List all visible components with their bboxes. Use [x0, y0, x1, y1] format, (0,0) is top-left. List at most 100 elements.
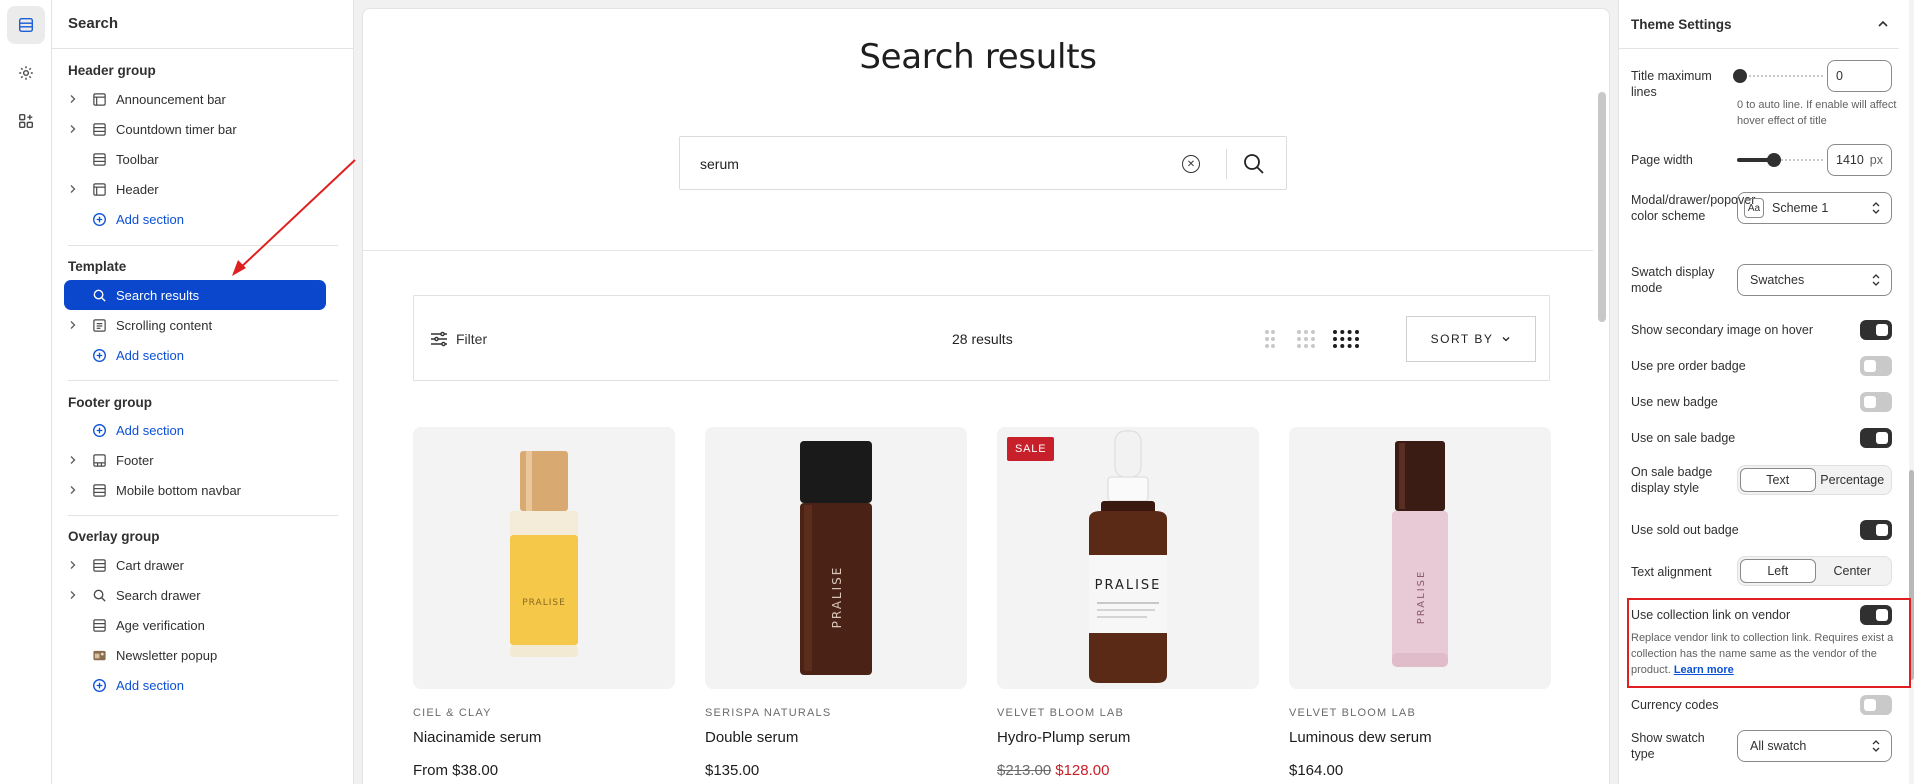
collection-link-toggle[interactable]	[1860, 605, 1892, 625]
swatch-display-mode-select[interactable]: Swatches	[1737, 264, 1892, 296]
sort-by-dropdown[interactable]: SORT BY	[1406, 316, 1536, 362]
sale-badge-style-segmented[interactable]: Text Percentage	[1737, 465, 1892, 495]
product-image[interactable]: PRALISE	[413, 427, 675, 689]
select-caret-icon	[1872, 274, 1880, 286]
sidebar-item-header[interactable]: Header	[64, 174, 326, 204]
text-section-icon	[88, 310, 110, 340]
on-sale-badge-toggle[interactable]	[1860, 428, 1892, 448]
chevron-right-icon[interactable]	[64, 310, 82, 340]
theme-settings-panel: Theme Settings Title maximum lines 0 0 t…	[1618, 0, 1915, 784]
show-secondary-image-toggle[interactable]	[1860, 320, 1892, 340]
sidebar-item-label: Scrolling content	[116, 317, 213, 333]
product-image[interactable]: PRALISE	[705, 427, 967, 689]
title-max-lines-help: 0 to auto line. If enable will affect ho…	[1737, 99, 1897, 127]
sold-out-badge-toggle[interactable]	[1860, 520, 1892, 540]
page-width-slider[interactable]	[1737, 152, 1823, 168]
sidebar-item-footer[interactable]: Footer	[64, 445, 326, 475]
modal-color-scheme-select[interactable]: Aa Scheme 1	[1737, 192, 1892, 224]
pre-order-badge-label: Use pre order badge	[1631, 359, 1746, 373]
product-vendor[interactable]: CIEL & CLAY	[413, 707, 675, 719]
filter-button[interactable]: Filter	[456, 331, 487, 347]
chevron-right-icon[interactable]	[64, 174, 82, 204]
chevron-right-icon[interactable]	[64, 84, 82, 114]
chevron-right-icon[interactable]	[64, 445, 82, 475]
sidebar-item-label: Mobile bottom navbar	[116, 482, 242, 498]
product-image[interactable]: PRALISE	[1289, 427, 1551, 689]
currency-codes-toggle[interactable]	[1860, 695, 1892, 715]
chevron-right-icon[interactable]	[64, 550, 82, 580]
collection-link-label: Use collection link on vendor	[1631, 608, 1791, 622]
apps-icon[interactable]	[7, 102, 45, 140]
product-card[interactable]: PRALISE SERISPA NATURALS Double serum $1…	[705, 427, 967, 779]
sidebar-item-search-drawer[interactable]: Search drawer	[64, 580, 326, 610]
title-max-lines-input[interactable]: 0	[1827, 60, 1892, 92]
pre-order-badge-toggle[interactable]	[1860, 356, 1892, 376]
sort-label: SORT BY	[1430, 332, 1494, 346]
product-card[interactable]: PRALISE VELVET BLOOM LAB Luminous dew se…	[1289, 427, 1551, 779]
product-name[interactable]: Luminous dew serum	[1289, 729, 1551, 746]
grid-2-column-icon[interactable]	[1264, 328, 1276, 350]
new-badge-toggle[interactable]	[1860, 392, 1892, 412]
sections-icon[interactable]	[7, 6, 45, 44]
sidebar-item-label: Footer	[116, 452, 154, 468]
sidebar-item-scrolling-content[interactable]: Scrolling content	[64, 310, 326, 340]
option-left[interactable]: Left	[1740, 559, 1816, 583]
grid-3-column-icon[interactable]	[1296, 328, 1316, 350]
page-width-label: Page width	[1631, 153, 1693, 167]
option-text[interactable]: Text	[1740, 468, 1816, 492]
select-value: Scheme 1	[1772, 201, 1829, 215]
search-input[interactable]: serum ✕	[679, 136, 1287, 190]
sidebar-item-mobile-bottom-navbar[interactable]: Mobile bottom navbar	[64, 475, 326, 505]
add-section-button[interactable]: Add section	[64, 415, 326, 445]
filter-icon[interactable]	[429, 329, 449, 349]
clear-search-icon[interactable]: ✕	[1182, 155, 1200, 173]
new-badge-label: Use new badge	[1631, 395, 1718, 409]
sidebar-item-search-results[interactable]: Search results	[64, 280, 326, 310]
sale-badge: SALE	[1007, 437, 1055, 461]
slider-thumb[interactable]	[1733, 69, 1747, 83]
preview-scrollbar[interactable]	[1598, 92, 1606, 322]
swatch-type-select[interactable]: All swatch	[1737, 730, 1892, 762]
chevron-up-icon[interactable]	[1875, 16, 1891, 32]
learn-more-link[interactable]: Learn more	[1674, 664, 1734, 676]
chevron-right-icon[interactable]	[64, 114, 82, 144]
grid-4-column-icon[interactable]	[1332, 328, 1360, 350]
gear-icon[interactable]	[7, 54, 45, 92]
sidebar-item-label: Toolbar	[116, 151, 159, 167]
show-secondary-image-label: Show secondary image on hover	[1631, 323, 1814, 337]
sidebar-item-cart-drawer[interactable]: Cart drawer	[64, 550, 326, 580]
serum-bottle-illustration: PRALISE	[1089, 430, 1167, 683]
product-vendor[interactable]: VELVET BLOOM LAB	[997, 707, 1259, 719]
product-name[interactable]: Hydro-Plump serum	[997, 729, 1259, 746]
divider	[1619, 48, 1899, 49]
add-section-button[interactable]: Add section	[64, 204, 326, 234]
product-vendor[interactable]: SERISPA NATURALS	[705, 707, 967, 719]
product-card[interactable]: PRALISE SALE VELVET BLOOM LAB Hydro-Plum…	[997, 427, 1259, 779]
chevron-right-icon[interactable]	[64, 580, 82, 610]
results-count: 28 results	[952, 331, 1013, 347]
add-section-button[interactable]: Add section	[64, 340, 326, 370]
title-max-lines-slider[interactable]	[1733, 68, 1823, 84]
page-width-input[interactable]: 1410 px	[1827, 144, 1892, 176]
sidebar-item-label: Search results	[116, 287, 200, 303]
slider-thumb[interactable]	[1767, 153, 1782, 167]
sidebar-item-countdown-timer-bar[interactable]: Countdown timer bar	[64, 114, 326, 144]
option-center[interactable]: Center	[1816, 559, 1890, 583]
text-alignment-segmented[interactable]: Left Center	[1737, 556, 1892, 586]
sidebar-item-toolbar[interactable]: Toolbar	[64, 144, 326, 174]
original-price: $213.00	[997, 762, 1052, 779]
sidebar-item-announcement-bar[interactable]: Announcement bar	[64, 84, 326, 114]
sidebar-item-newsletter-popup[interactable]: Newsletter popup	[64, 640, 326, 670]
product-name[interactable]: Double serum	[705, 729, 967, 746]
add-section-button[interactable]: Add section	[64, 670, 326, 700]
input-value: 1410	[1836, 153, 1864, 167]
chevron-right-icon[interactable]	[64, 475, 82, 505]
option-percentage[interactable]: Percentage	[1816, 468, 1890, 492]
product-name[interactable]: Niacinamide serum	[413, 729, 675, 746]
sidebar-item-age-verification[interactable]: Age verification	[64, 610, 326, 640]
product-vendor[interactable]: VELVET BLOOM LAB	[1289, 707, 1551, 719]
product-price: $135.00	[705, 762, 760, 779]
search-icon[interactable]	[1242, 152, 1266, 176]
product-image[interactable]: PRALISE SALE	[997, 427, 1259, 689]
product-card[interactable]: PRALISE CIEL & CLAY Niacinamide serum Fr…	[413, 427, 675, 779]
